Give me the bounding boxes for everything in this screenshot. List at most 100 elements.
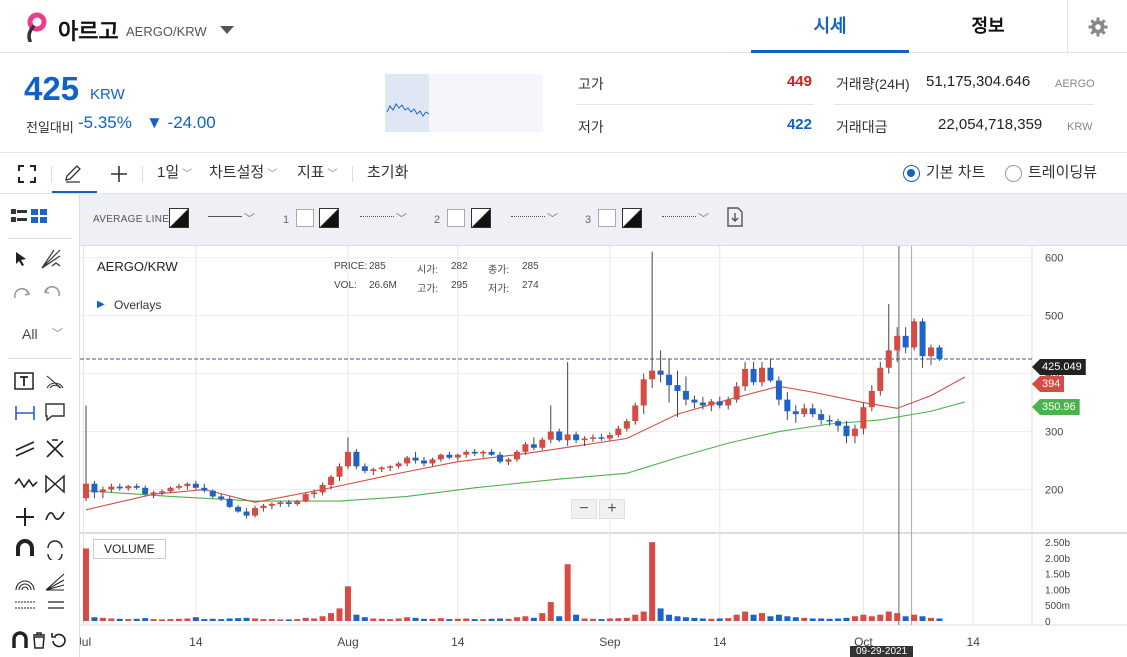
avg-line-style[interactable]: [208, 216, 242, 217]
candle: [801, 408, 808, 415]
avg-slot-color[interactable]: [471, 208, 491, 228]
volume-bar: [928, 617, 934, 621]
chevron-down-icon[interactable]: ﹀: [396, 210, 407, 226]
crosshair-icon[interactable]: [110, 165, 128, 183]
candle: [809, 408, 816, 415]
avg-slot-checkbox[interactable]: [598, 209, 616, 227]
bowtie-icon[interactable]: [44, 474, 66, 494]
avg-slot-line-style[interactable]: [360, 216, 394, 217]
basic-chart-radio[interactable]: [903, 165, 920, 182]
candle: [775, 380, 782, 400]
redo-icon[interactable]: [12, 286, 32, 300]
text-tool-icon[interactable]: [14, 372, 34, 390]
undo-icon[interactable]: [42, 284, 62, 298]
fib-arc-icon[interactable]: [14, 572, 36, 592]
reset-tools-icon[interactable]: [51, 633, 66, 648]
arc-tool-icon[interactable]: [44, 372, 66, 392]
volume-tick-label: 1.50b: [1045, 570, 1070, 581]
magnet-lock-icon[interactable]: [12, 631, 28, 648]
avg-slot-line-style[interactable]: [662, 216, 696, 217]
period-label: 1일: [157, 164, 180, 181]
trash-icon[interactable]: [33, 632, 45, 649]
info-open: 282: [451, 261, 468, 272]
fan-line-icon[interactable]: [40, 248, 62, 270]
volume-bar: [809, 618, 816, 621]
price-chart-svg[interactable]: 200300400500600Jul14Aug14Sep14Oct140500m…: [80, 246, 1127, 657]
tool-filter-label[interactable]: All: [22, 326, 38, 342]
magnet-icon[interactable]: [14, 538, 36, 560]
volume-bar: [573, 614, 580, 621]
chevron-down-icon[interactable]: ﹀: [244, 210, 255, 226]
candle: [691, 399, 698, 403]
candle: [454, 454, 461, 458]
volume-value: 51,175,304.646: [926, 73, 1031, 90]
volume-bar: [83, 548, 89, 621]
candle: [505, 459, 512, 462]
high-value: 449: [786, 73, 812, 90]
measure-tool-icon[interactable]: [14, 404, 36, 422]
avg-slot-checkbox[interactable]: [447, 209, 465, 227]
tradingview-label[interactable]: 트레이딩뷰: [1028, 153, 1097, 193]
wave-icon[interactable]: [14, 476, 38, 492]
comment-icon[interactable]: [44, 402, 66, 422]
fullscreen-icon[interactable]: [18, 165, 36, 183]
volume-bar: [725, 618, 732, 621]
coin-dropdown-icon[interactable]: [220, 26, 234, 34]
candle: [142, 487, 149, 495]
indicators-menu[interactable]: 지표 ﹀: [297, 153, 338, 193]
plus-tool-icon[interactable]: [14, 506, 36, 528]
zoom-out-button[interactable]: −: [571, 499, 597, 519]
volume-bar: [792, 617, 799, 621]
volume-bar: [378, 618, 385, 621]
volume-bar: [911, 614, 918, 621]
overlays-label[interactable]: Overlays: [114, 298, 161, 312]
tab-quote[interactable]: 시세: [751, 0, 909, 53]
settings-button[interactable]: [1067, 0, 1127, 53]
volume-bar: [775, 614, 782, 621]
cross-line-icon[interactable]: [44, 438, 66, 460]
period-select[interactable]: 1일 ﹀: [157, 153, 192, 193]
volume-bar: [91, 617, 98, 621]
candle: [674, 385, 681, 391]
chart-area[interactable]: 200300400500600Jul14Aug14Sep14Oct140500m…: [80, 246, 1127, 657]
zoom-in-button[interactable]: +: [599, 499, 625, 519]
volume-bar: [699, 618, 706, 621]
volume-bar: [268, 619, 275, 621]
volume-bar: [657, 608, 664, 621]
candle: [446, 454, 453, 458]
chevron-down-icon[interactable]: ﹀: [547, 210, 558, 226]
cursor-icon[interactable]: [12, 250, 30, 268]
horizontal-levels-icon[interactable]: [44, 600, 66, 610]
basic-chart-label[interactable]: 기본 차트: [926, 153, 985, 193]
candle: [294, 501, 301, 505]
layout-toggle-icon[interactable]: [10, 208, 50, 224]
volume-bar: [218, 619, 225, 621]
fib-levels-icon[interactable]: [14, 600, 36, 610]
parallel-line-icon[interactable]: [14, 438, 36, 458]
avg-color-swatch[interactable]: [169, 208, 189, 228]
candle: [556, 431, 563, 441]
overlays-toggle-icon[interactable]: ▶: [97, 299, 105, 310]
chevron-down-icon[interactable]: ﹀: [698, 210, 709, 226]
curve-icon[interactable]: [44, 506, 66, 524]
chevron-down-icon[interactable]: ﹀: [52, 325, 63, 341]
avg-slot-line-style[interactable]: [511, 216, 545, 217]
reset-button[interactable]: 초기화: [367, 153, 408, 193]
volume-bar: [209, 618, 216, 621]
fib-fan-icon[interactable]: [44, 572, 66, 592]
candle: [716, 401, 723, 406]
volume-bar: [243, 617, 250, 621]
volume-unit: AERGO: [1055, 78, 1095, 90]
avg-slot-color[interactable]: [319, 208, 339, 228]
avg-slot-checkbox[interactable]: [296, 209, 314, 227]
magnet-half-icon[interactable]: [44, 538, 66, 560]
candle: [826, 419, 833, 422]
tradingview-radio[interactable]: [1005, 165, 1022, 182]
draw-tool-button[interactable]: [52, 153, 97, 193]
tab-info[interactable]: 정보: [909, 0, 1067, 53]
save-average-icon[interactable]: [724, 206, 746, 228]
candle: [209, 490, 216, 497]
avg-slot-color[interactable]: [622, 208, 642, 228]
chart-settings-menu[interactable]: 차트설정 ﹀: [209, 153, 277, 193]
candle: [344, 451, 351, 467]
